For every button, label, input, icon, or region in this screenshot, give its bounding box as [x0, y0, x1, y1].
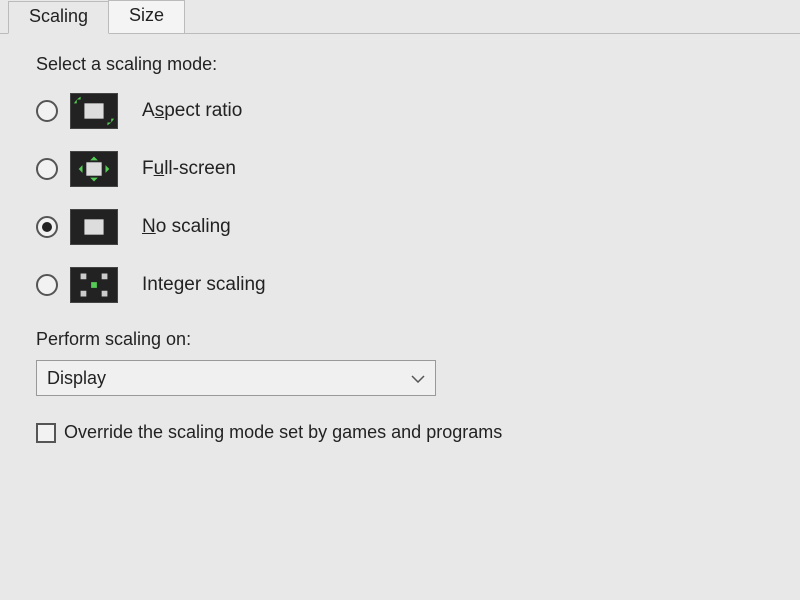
select-mode-label: Select a scaling mode:	[36, 54, 764, 75]
perform-scaling-on-dropdown[interactable]: Display	[36, 360, 436, 396]
radio-label: Integer scaling	[142, 274, 266, 296]
scaling-panel: Select a scaling mode: Aspect ratio	[0, 34, 800, 453]
radio-label: No scaling	[142, 216, 231, 238]
integer-scaling-icon	[70, 267, 118, 303]
radio-button[interactable]	[36, 100, 58, 122]
radio-option-integer-scaling[interactable]: Integer scaling	[36, 267, 764, 303]
tab-label: Scaling	[29, 6, 88, 26]
tab-size[interactable]: Size	[108, 0, 185, 33]
radio-option-no-scaling[interactable]: No scaling	[36, 209, 764, 245]
radio-label: Full-screen	[142, 158, 236, 180]
radio-option-aspect-ratio[interactable]: Aspect ratio	[36, 93, 764, 129]
tab-row: Scaling Size	[0, 0, 800, 34]
override-label: Override the scaling mode set by games a…	[64, 422, 502, 443]
aspect-ratio-icon	[70, 93, 118, 129]
tab-scaling[interactable]: Scaling	[8, 1, 109, 34]
radio-button[interactable]	[36, 216, 58, 238]
scaling-mode-radio-group: Aspect ratio Full-screen	[36, 93, 764, 303]
radio-option-full-screen[interactable]: Full-screen	[36, 151, 764, 187]
tab-label: Size	[129, 5, 164, 25]
override-scaling-checkbox-row[interactable]: Override the scaling mode set by games a…	[36, 422, 764, 443]
perform-scaling-on-label: Perform scaling on:	[36, 329, 764, 350]
no-scaling-icon	[70, 209, 118, 245]
radio-label: Aspect ratio	[142, 100, 242, 122]
radio-button[interactable]	[36, 274, 58, 296]
dropdown-value: Display	[47, 368, 106, 389]
override-checkbox[interactable]	[36, 423, 56, 443]
radio-button[interactable]	[36, 158, 58, 180]
full-screen-icon	[70, 151, 118, 187]
chevron-down-icon	[411, 370, 425, 386]
